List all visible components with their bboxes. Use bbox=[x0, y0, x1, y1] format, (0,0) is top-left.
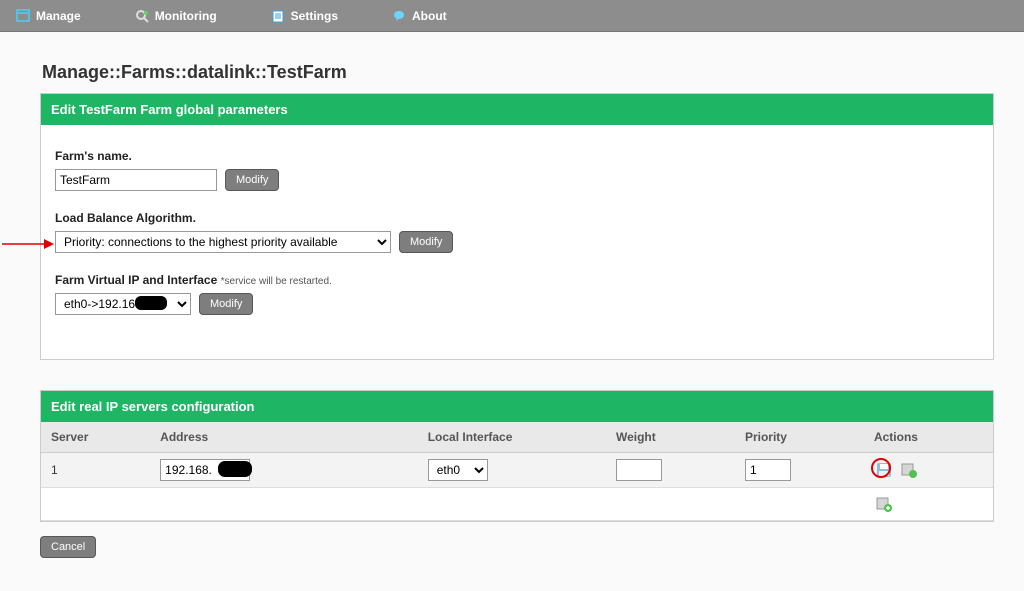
server-add-icon bbox=[876, 496, 892, 512]
nav-monitoring[interactable]: Monitoring bbox=[127, 9, 233, 23]
cell-server-id: 1 bbox=[41, 453, 150, 488]
nav-settings-label: Settings bbox=[291, 9, 338, 23]
save-icon bbox=[876, 462, 892, 478]
nav-about[interactable]: About bbox=[384, 9, 463, 23]
th-actions: Actions bbox=[864, 422, 993, 453]
top-nav: Manage Monitoring Settings About bbox=[0, 0, 1024, 32]
vip-select[interactable]: eth0->192.168. bbox=[55, 293, 191, 315]
panel-real-ip-servers: Edit real IP servers configuration Serve… bbox=[40, 390, 994, 522]
add-server-button[interactable] bbox=[874, 494, 894, 514]
weight-input[interactable] bbox=[616, 459, 662, 481]
farm-name-modify-button[interactable]: Modify bbox=[225, 169, 279, 191]
vip-modify-button[interactable]: Modify bbox=[199, 293, 253, 315]
field-farm-name: Farm's name. Modify bbox=[55, 149, 979, 191]
manage-icon bbox=[16, 9, 30, 23]
address-input[interactable] bbox=[160, 459, 250, 481]
farm-name-input[interactable] bbox=[55, 169, 217, 191]
nav-monitoring-label: Monitoring bbox=[155, 9, 217, 23]
activate-server-button[interactable] bbox=[899, 460, 919, 480]
nav-manage[interactable]: Manage bbox=[8, 9, 97, 23]
cancel-button[interactable]: Cancel bbox=[40, 536, 96, 558]
th-address: Address bbox=[150, 422, 418, 453]
algo-modify-button[interactable]: Modify bbox=[399, 231, 453, 253]
field-vip: Farm Virtual IP and Interface *service w… bbox=[55, 273, 979, 315]
server-green-icon bbox=[901, 462, 917, 478]
panel-global-params-title: Edit TestFarm Farm global parameters bbox=[41, 94, 993, 125]
table-row: 1 eth0 bbox=[41, 453, 993, 488]
th-server: Server bbox=[41, 422, 150, 453]
algo-label: Load Balance Algorithm. bbox=[55, 211, 979, 225]
settings-icon bbox=[271, 9, 285, 23]
monitoring-icon bbox=[135, 9, 149, 23]
algo-select[interactable]: Priority: connections to the highest pri… bbox=[55, 231, 391, 253]
vip-label: Farm Virtual IP and Interface *service w… bbox=[55, 273, 979, 287]
save-server-button[interactable] bbox=[874, 460, 894, 480]
about-icon bbox=[392, 9, 406, 23]
nav-settings[interactable]: Settings bbox=[263, 9, 354, 23]
th-priority: Priority bbox=[735, 422, 864, 453]
panel-global-params: Edit TestFarm Farm global parameters Far… bbox=[40, 93, 994, 360]
nav-manage-label: Manage bbox=[36, 9, 81, 23]
priority-input[interactable] bbox=[745, 459, 791, 481]
nav-about-label: About bbox=[412, 9, 447, 23]
field-load-balance-algo: Load Balance Algorithm. Priority: connec… bbox=[55, 211, 979, 253]
th-weight: Weight bbox=[606, 422, 735, 453]
farm-name-label: Farm's name. bbox=[55, 149, 979, 163]
table-add-row bbox=[41, 488, 993, 521]
panel-real-ip-title: Edit real IP servers configuration bbox=[41, 391, 993, 422]
servers-table: Server Address Local Interface Weight Pr… bbox=[41, 422, 993, 521]
local-interface-select[interactable]: eth0 bbox=[428, 459, 488, 481]
th-local: Local Interface bbox=[418, 422, 606, 453]
breadcrumb: Manage::Farms::datalink::TestFarm bbox=[42, 62, 994, 83]
